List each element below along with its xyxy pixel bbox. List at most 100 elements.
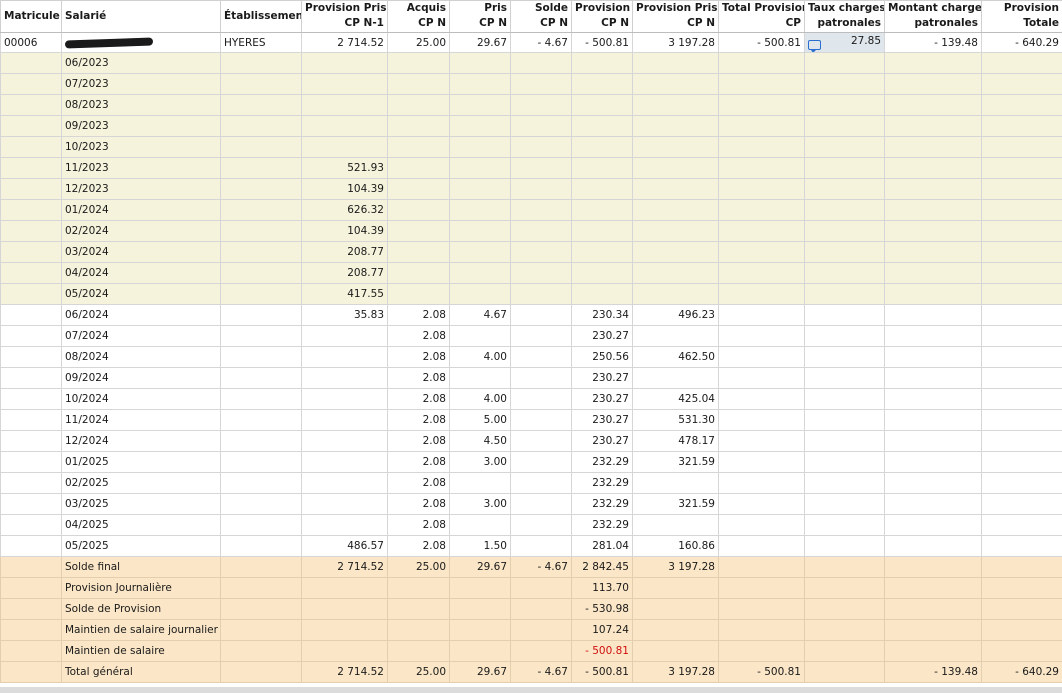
value-cell[interactable] [220,346,302,368]
value-cell[interactable] [510,136,572,158]
value-cell[interactable] [632,73,719,95]
value-cell[interactable] [220,388,302,410]
row-label-cell[interactable]: 04/2025 [61,514,221,536]
value-cell[interactable] [220,598,302,620]
value-cell[interactable] [301,619,388,641]
value-cell[interactable] [804,535,885,557]
value-cell[interactable]: 232.29 [571,451,633,473]
employee-row[interactable]: 00006 HYERES 2 714.52 25.00 29.67 - 4.67… [0,32,1062,53]
value-cell[interactable]: 232.29 [571,514,633,536]
value-cell[interactable] [220,514,302,536]
value-cell[interactable]: 1.50 [449,535,511,557]
value-cell[interactable] [0,451,62,473]
value-cell[interactable] [804,346,885,368]
value-cell[interactable] [632,136,719,158]
row-label-cell[interactable]: 02/2025 [61,472,221,494]
value-cell[interactable] [387,598,450,620]
value-cell[interactable] [0,199,62,221]
value-cell[interactable] [884,115,982,137]
value-cell[interactable] [0,661,62,683]
value-cell[interactable]: - 500.81 [718,661,805,683]
value-cell[interactable] [718,388,805,410]
value-cell[interactable] [718,136,805,158]
value-cell[interactable]: 2.08 [387,304,450,326]
value-cell[interactable] [884,472,982,494]
value-cell[interactable] [884,157,982,179]
value-cell[interactable] [571,199,633,221]
value-cell[interactable]: 2 842.45 [571,556,633,578]
value-cell[interactable] [220,472,302,494]
value-cell[interactable]: 425.04 [632,388,719,410]
value-cell[interactable] [718,409,805,431]
row-label-cell[interactable]: Maintien de salaire [61,640,221,662]
value-cell[interactable] [387,199,450,221]
value-cell[interactable] [804,598,885,620]
value-cell[interactable] [449,325,511,347]
value-cell[interactable] [884,73,982,95]
row-label-cell[interactable]: Solde final [61,556,221,578]
row-label-cell[interactable]: Maintien de salaire journalier [61,619,221,641]
month-row[interactable]: 06/2024 35.83 2.08 4.67 230.34 496.23 [0,304,1062,326]
provision-cell[interactable]: - 500.81 [571,32,633,53]
value-cell[interactable] [387,157,450,179]
value-cell[interactable] [981,115,1062,137]
value-cell[interactable] [718,598,805,620]
value-cell[interactable] [301,52,388,74]
value-cell[interactable] [884,451,982,473]
value-cell[interactable] [510,157,572,179]
value-cell[interactable] [884,262,982,284]
value-cell[interactable] [884,283,982,305]
row-label-cell[interactable]: 01/2025 [61,451,221,473]
row-label-cell[interactable]: 09/2024 [61,367,221,389]
value-cell[interactable] [981,262,1062,284]
value-cell[interactable] [387,619,450,641]
value-cell[interactable] [301,325,388,347]
value-cell[interactable] [718,304,805,326]
value-cell[interactable]: 230.27 [571,409,633,431]
month-row[interactable]: 06/2023 [0,52,1062,74]
column-header[interactable]: Salarié [61,0,221,33]
value-cell[interactable] [387,94,450,116]
value-cell[interactable] [220,94,302,116]
value-cell[interactable] [632,472,719,494]
value-cell[interactable] [0,178,62,200]
value-cell[interactable] [510,577,572,599]
value-cell[interactable] [571,178,633,200]
value-cell[interactable] [981,199,1062,221]
value-cell[interactable] [884,535,982,557]
value-cell[interactable] [718,472,805,494]
value-cell[interactable] [804,283,885,305]
value-cell[interactable]: - 139.48 [884,661,982,683]
value-cell[interactable]: 417.55 [301,283,388,305]
value-cell[interactable] [0,346,62,368]
value-cell[interactable] [718,640,805,662]
value-cell[interactable] [718,52,805,74]
value-cell[interactable] [449,283,511,305]
value-cell[interactable]: 2.08 [387,346,450,368]
value-cell[interactable] [884,388,982,410]
row-label-cell[interactable]: 10/2024 [61,388,221,410]
value-cell[interactable] [301,409,388,431]
value-cell[interactable] [220,640,302,662]
value-cell[interactable] [301,598,388,620]
value-cell[interactable] [220,136,302,158]
value-cell[interactable] [0,136,62,158]
value-cell[interactable] [981,409,1062,431]
value-cell[interactable] [301,388,388,410]
value-cell[interactable] [804,325,885,347]
value-cell[interactable] [804,241,885,263]
value-cell[interactable] [884,178,982,200]
value-cell[interactable] [220,241,302,263]
value-cell[interactable] [0,472,62,494]
value-cell[interactable]: 2 714.52 [301,661,388,683]
value-cell[interactable]: 104.39 [301,178,388,200]
value-cell[interactable] [804,619,885,641]
value-cell[interactable] [981,472,1062,494]
value-cell[interactable] [449,367,511,389]
value-cell[interactable] [510,514,572,536]
value-cell[interactable] [884,430,982,452]
value-cell[interactable] [0,535,62,557]
value-cell[interactable] [718,325,805,347]
value-cell[interactable] [220,367,302,389]
value-cell[interactable] [884,493,982,515]
